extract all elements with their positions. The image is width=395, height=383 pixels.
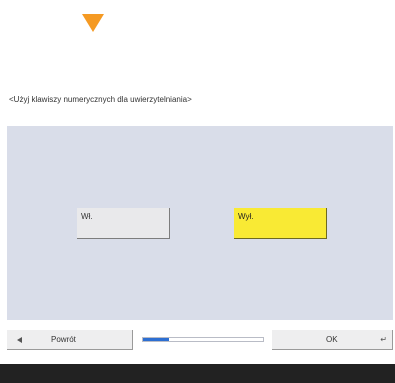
ok-button[interactable]: OK ↵ <box>272 330 393 350</box>
back-button-label: Powrót <box>51 335 76 344</box>
on-option-button[interactable]: Wł. <box>77 208 170 239</box>
off-option-label: Wył. <box>238 212 254 221</box>
on-option-label: Wł. <box>81 212 93 221</box>
enter-icon: ↵ <box>380 335 387 344</box>
ok-button-label: OK <box>326 335 338 344</box>
off-option-button[interactable]: Wył. <box>234 208 327 239</box>
bottom-status-bar <box>0 364 395 383</box>
scroll-indicator-icon <box>82 14 104 32</box>
options-panel: Wł. Wył. <box>7 126 393 320</box>
back-arrow-icon <box>17 337 22 343</box>
back-button[interactable]: Powrót <box>7 330 133 350</box>
progress-bar <box>142 337 264 342</box>
progress-fill <box>143 338 170 341</box>
prompt-text: <Użyj klawiszy numerycznych dla uwierzyt… <box>9 95 192 104</box>
